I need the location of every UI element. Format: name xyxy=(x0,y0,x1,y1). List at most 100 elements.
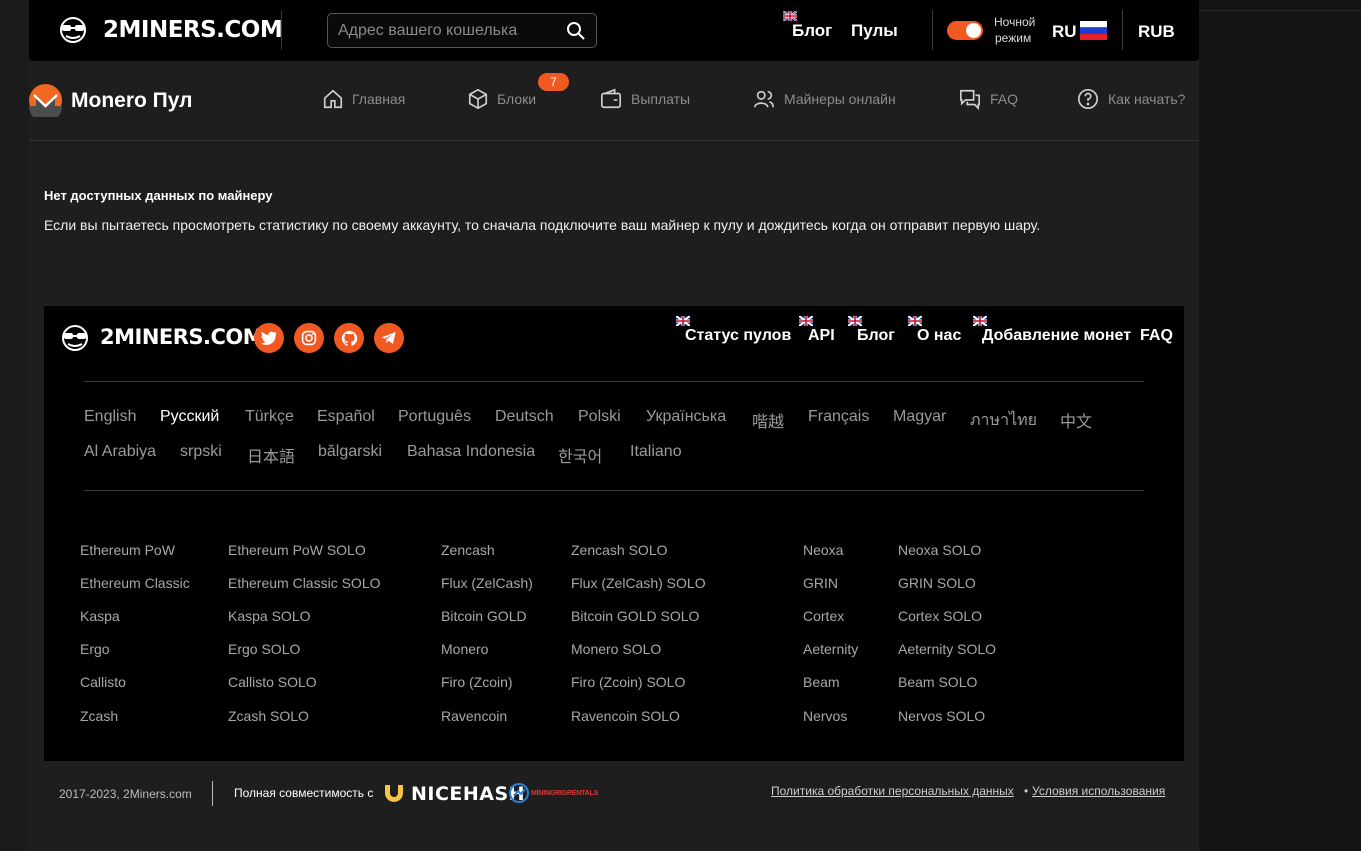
language-link[interactable]: Español xyxy=(317,408,375,426)
no-data-heading: Нет доступных данных по майнеру xyxy=(44,188,273,203)
language-link[interactable]: Polski xyxy=(578,408,621,426)
pool-link[interactable]: Zcash xyxy=(80,708,118,724)
language-link[interactable]: Bahasa Indonesia xyxy=(407,443,535,461)
night-mode-toggle[interactable] xyxy=(947,21,983,40)
footer-link-blog[interactable]: Блог xyxy=(857,327,895,345)
pool-link[interactable]: Ergo SOLO xyxy=(228,641,300,657)
pool-link[interactable]: Aeternity xyxy=(803,641,858,657)
pool-link[interactable]: GRIN xyxy=(803,575,838,591)
language-link[interactable]: Українська xyxy=(646,408,726,426)
pool-logo[interactable] xyxy=(29,84,62,123)
nav-blocks[interactable]: Блоки xyxy=(467,88,536,110)
russia-flag-icon[interactable] xyxy=(1080,21,1107,40)
nav-start-label: Как начать? xyxy=(1108,91,1186,107)
nav-payouts[interactable]: Выплаты xyxy=(599,88,690,110)
footer-link-add-coins[interactable]: Добавление монет xyxy=(982,327,1131,345)
terms-link[interactable]: Условия использования xyxy=(1032,784,1165,798)
pool-link[interactable]: Neoxa xyxy=(803,542,843,558)
pool-link[interactable]: Cortex SOLO xyxy=(898,608,982,624)
blog-link[interactable]: Блог xyxy=(792,21,832,41)
language-link[interactable]: 日本語 xyxy=(247,443,295,467)
pool-link[interactable]: Ergo xyxy=(80,641,110,657)
miningrigrentals-text[interactable]: MININGRIGRENTALS xyxy=(531,790,598,797)
search-input[interactable] xyxy=(338,21,553,41)
pool-link[interactable]: Ethereum PoW SOLO xyxy=(228,542,366,558)
pool-link[interactable]: Zencash SOLO xyxy=(571,542,668,558)
pool-link[interactable]: Bitcoin GOLD xyxy=(441,608,527,624)
pool-link[interactable]: Ethereum Classic SOLO xyxy=(228,575,381,591)
pool-link[interactable]: Beam SOLO xyxy=(898,674,977,690)
pool-link[interactable]: Ethereum Classic xyxy=(80,575,190,591)
privacy-policy-link[interactable]: Политика обработки персональных данных xyxy=(771,784,1014,798)
pool-link[interactable]: Nervos SOLO xyxy=(898,708,985,724)
nicehash-text[interactable]: NICEHASH xyxy=(411,783,525,805)
language-selector[interactable]: RU xyxy=(1052,22,1077,42)
footer-link-pool-status[interactable]: Статус пулов xyxy=(685,327,791,345)
pool-link[interactable]: Ravencoin xyxy=(441,708,507,724)
pool-link[interactable]: Kaspa xyxy=(80,608,120,624)
footer-link-api[interactable]: API xyxy=(808,327,835,345)
language-link[interactable]: 한국어 xyxy=(558,443,602,467)
language-link[interactable]: 喈越 xyxy=(752,408,784,432)
language-link-active[interactable]: Русский xyxy=(160,408,219,426)
pool-link[interactable]: Neoxa SOLO xyxy=(898,542,981,558)
language-link[interactable]: Magyar xyxy=(893,408,946,426)
pool-link[interactable]: Monero xyxy=(441,641,488,657)
pool-link[interactable]: Zcash SOLO xyxy=(228,708,309,724)
pool-link[interactable]: GRIN SOLO xyxy=(898,575,976,591)
footer-divider xyxy=(84,490,1144,491)
uk-flag-icon xyxy=(799,316,813,326)
instagram-icon[interactable] xyxy=(294,323,324,353)
pool-link[interactable]: Ethereum PoW xyxy=(80,542,175,558)
search-icon[interactable] xyxy=(566,21,586,41)
language-link[interactable]: srpski xyxy=(180,443,222,461)
pool-link[interactable]: Firo (Zcoin) xyxy=(441,674,513,690)
twitter-icon[interactable] xyxy=(254,323,284,353)
language-link[interactable]: Français xyxy=(808,408,869,426)
monero-icon xyxy=(29,84,62,123)
site-logo[interactable]: 2MINERS.COM xyxy=(57,17,283,48)
pool-link[interactable]: Bitcoin GOLD SOLO xyxy=(571,608,699,624)
telegram-icon[interactable] xyxy=(374,323,404,353)
pool-link[interactable]: Nervos xyxy=(803,708,847,724)
top-bar: 2MINERS.COM Блог Пулы Ночной режим RU RU… xyxy=(29,0,1199,61)
miningrigrentals-logo-icon[interactable] xyxy=(509,783,529,803)
cube-icon xyxy=(468,88,488,110)
language-link[interactable]: Deutsch xyxy=(495,408,554,426)
footer-link-about[interactable]: О нас xyxy=(917,327,961,345)
pools-link[interactable]: Пулы xyxy=(851,21,898,41)
pool-link[interactable]: Kaspa SOLO xyxy=(228,608,311,624)
language-link[interactable]: English xyxy=(84,408,136,426)
footer-link-faq[interactable]: FAQ xyxy=(1140,327,1173,345)
language-link[interactable]: Italiano xyxy=(630,443,682,461)
pool-link[interactable]: Monero SOLO xyxy=(571,641,661,657)
nav-miners-online[interactable]: Майнеры онлайн xyxy=(752,88,896,110)
pool-link[interactable]: Callisto SOLO xyxy=(228,674,317,690)
currency-selector[interactable]: RUB xyxy=(1138,22,1175,42)
help-circle-icon xyxy=(1078,89,1098,109)
pool-link[interactable]: Beam xyxy=(803,674,840,690)
language-link[interactable]: bălgarski xyxy=(318,443,382,461)
nav-home[interactable]: Главная xyxy=(322,88,405,110)
nicehash-logo-icon[interactable] xyxy=(382,781,406,805)
nav-faq[interactable]: FAQ xyxy=(958,88,1018,110)
language-link[interactable]: 中文 xyxy=(1060,408,1092,432)
pool-link[interactable]: Aeternity SOLO xyxy=(898,641,996,657)
uk-flag-icon xyxy=(848,316,862,326)
nav-how-to-start[interactable]: Как начать? xyxy=(1076,88,1185,110)
github-icon[interactable] xyxy=(334,323,364,353)
bullet-separator: • xyxy=(1024,784,1029,798)
pool-link[interactable]: Firo (Zcoin) SOLO xyxy=(571,674,685,690)
pool-link[interactable]: Ravencoin SOLO xyxy=(571,708,680,724)
pool-link[interactable]: Flux (ZelCash) xyxy=(441,575,533,591)
nav-blocks-label: Блоки xyxy=(497,91,537,107)
language-link[interactable]: Português xyxy=(398,408,471,426)
language-link[interactable]: ภาษาไทย xyxy=(970,408,1037,433)
pool-link[interactable]: Flux (ZelCash) SOLO xyxy=(571,575,706,591)
language-link[interactable]: Türkçe xyxy=(245,408,294,426)
pool-link[interactable]: Zencash xyxy=(441,542,495,558)
footer-logo[interactable]: 2MINERS.COM xyxy=(59,325,264,356)
pool-link[interactable]: Callisto xyxy=(80,674,126,690)
language-link[interactable]: Al Arabiya xyxy=(84,443,156,461)
pool-link[interactable]: Cortex xyxy=(803,608,844,624)
